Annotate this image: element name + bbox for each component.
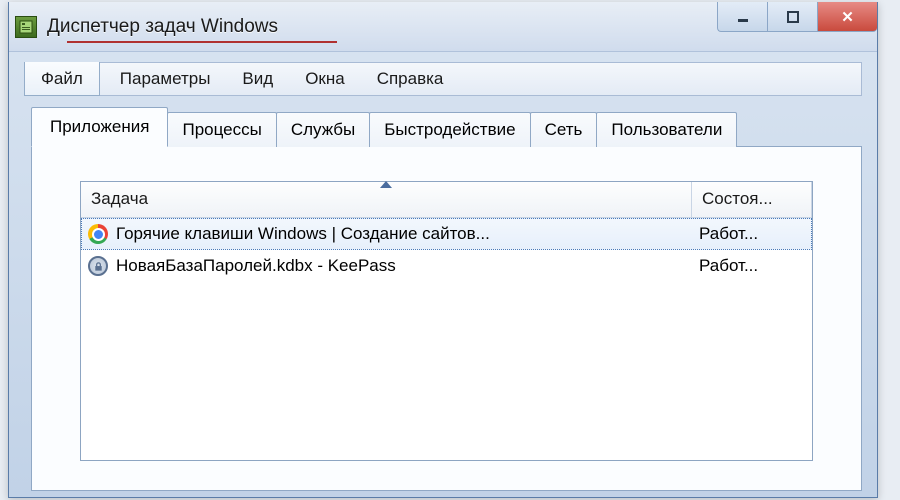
maximize-button[interactable] [767,2,817,32]
tab-users[interactable]: Пользователи [596,112,737,147]
titlebar[interactable]: Диспетчер задач Windows ✕ [9,2,877,52]
menu-windows[interactable]: Окна [289,63,361,95]
list-row[interactable]: Горячие клавиши Windows | Создание сайто… [81,218,812,250]
app-icon [15,16,37,38]
list-row[interactable]: НоваяБазаПаролей.kdbx - KeePass Работ... [81,250,812,282]
cell-task: Горячие клавиши Windows | Создание сайто… [82,224,691,244]
task-manager-window: Диспетчер задач Windows ✕ Файл Параметры… [8,2,878,498]
tab-strip: Приложения Процессы Службы Быстродействи… [31,106,862,146]
list-body: Горячие клавиши Windows | Создание сайто… [81,218,812,460]
window-controls: ✕ [717,2,877,32]
menu-file[interactable]: Файл [24,62,100,96]
sort-ascending-icon [380,181,392,188]
column-task[interactable]: Задача [81,182,692,217]
chrome-icon [88,224,108,244]
close-button[interactable]: ✕ [817,2,877,32]
list-header: Задача Состоя... [81,182,812,218]
menu-options[interactable]: Параметры [104,63,227,95]
tab-processes[interactable]: Процессы [167,112,276,147]
tab-networking[interactable]: Сеть [530,112,598,147]
title-underline [67,41,337,43]
applications-list: Задача Состоя... Горячие клавиши Windows… [80,181,813,461]
task-name: НоваяБазаПаролей.kdbx - KeePass [116,256,396,276]
tab-panel: Задача Состоя... Горячие клавиши Windows… [31,146,862,491]
minimize-button[interactable] [717,2,767,32]
tab-performance[interactable]: Быстродействие [369,112,530,147]
menu-view[interactable]: Вид [226,63,289,95]
lock-icon [88,256,108,276]
column-task-label: Задача [91,189,148,208]
task-name: Горячие клавиши Windows | Создание сайто… [116,224,490,244]
cell-task: НоваяБазаПаролей.kdbx - KeePass [82,256,691,276]
menu-help[interactable]: Справка [361,63,460,95]
tab-applications[interactable]: Приложения [31,107,168,147]
column-status[interactable]: Состоя... [692,182,812,217]
tab-services[interactable]: Службы [276,112,370,147]
menubar: Файл Параметры Вид Окна Справка [24,62,862,96]
cell-status: Работ... [691,224,811,244]
cell-status: Работ... [691,256,811,276]
window-title: Диспетчер задач Windows [47,16,278,38]
